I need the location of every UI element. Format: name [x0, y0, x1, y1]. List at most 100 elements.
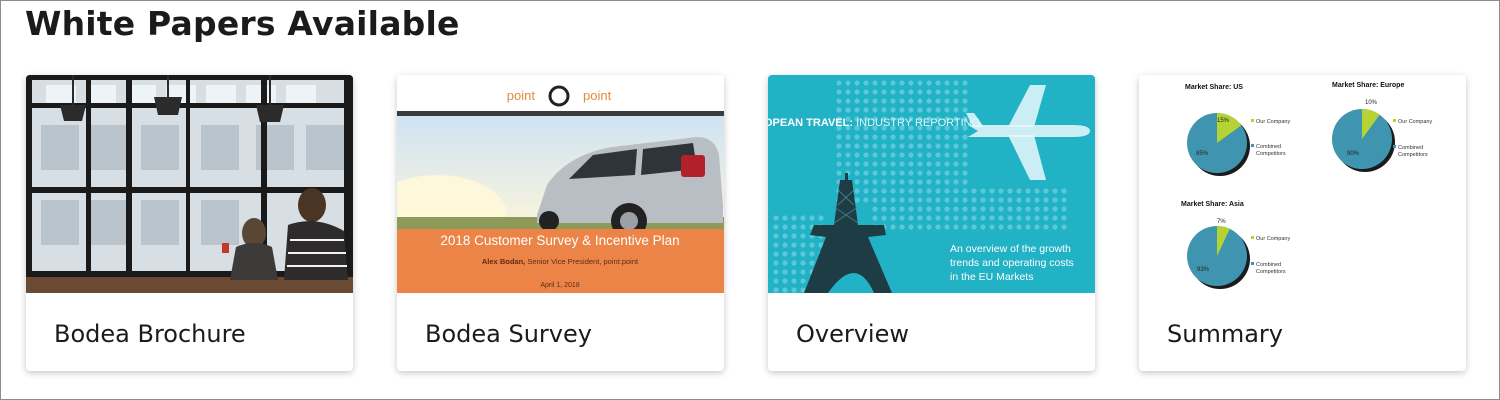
pattern-dot: [953, 80, 959, 86]
pattern-dot: [1034, 188, 1040, 194]
pattern-dot: [791, 224, 797, 230]
pattern-dot: [809, 260, 815, 266]
pattern-dot: [899, 215, 905, 221]
pattern-dot: [845, 152, 851, 158]
pattern-dot: [953, 161, 959, 167]
office-photo-icon: [26, 75, 353, 293]
pattern-dot: [1061, 188, 1067, 194]
travel-cover-icon: OPEAN TRAVEL: INDUSTRY REPORTING An over…: [768, 75, 1095, 293]
pattern-dot: [908, 152, 914, 158]
pattern-dot: [962, 134, 968, 140]
pattern-dot: [791, 242, 797, 248]
pattern-dot: [953, 152, 959, 158]
pattern-dot: [881, 89, 887, 95]
pattern-dot: [881, 98, 887, 104]
overview-blurb-3: in the EU Markets: [950, 271, 1033, 283]
pattern-dot: [773, 224, 779, 230]
pattern-dot: [989, 206, 995, 212]
pattern-dot: [962, 107, 968, 113]
pattern-dot: [908, 170, 914, 176]
pattern-dot: [908, 80, 914, 86]
pattern-dot: [944, 98, 950, 104]
pattern-dot: [782, 287, 788, 293]
pie-europe-title: Market Share: Europe: [1332, 82, 1404, 89]
logo-right-text: point: [583, 88, 612, 103]
pattern-dot: [935, 107, 941, 113]
pattern-dot: [890, 197, 896, 203]
pattern-dot: [944, 170, 950, 176]
pattern-dot: [971, 188, 977, 194]
pattern-dot: [926, 197, 932, 203]
byline-name: Alex Bodan,: [482, 257, 525, 266]
pattern-dot: [791, 215, 797, 221]
pattern-dot: [881, 179, 887, 185]
legend-company-swatch: [1393, 119, 1396, 122]
pattern-dot: [1043, 197, 1049, 203]
pattern-dot: [1043, 206, 1049, 212]
pattern-dot: [917, 143, 923, 149]
pattern-dot: [926, 98, 932, 104]
heading-light: INDUSTRY REPORTING: [853, 117, 980, 129]
pattern-dot: [890, 179, 896, 185]
pattern-dot: [845, 134, 851, 140]
pie-asia-company-pct: 7%: [1217, 219, 1226, 225]
pattern-dot: [935, 215, 941, 221]
legend-competitors-2: Competitors: [1398, 152, 1428, 158]
card-overview[interactable]: OPEAN TRAVEL: INDUSTRY REPORTING An over…: [768, 75, 1095, 371]
pattern-dot: [836, 161, 842, 167]
pattern-dot: [998, 206, 1004, 212]
card-bodea-survey[interactable]: point point 2018 Customer Survey & Incen…: [397, 75, 724, 371]
pattern-dot: [926, 188, 932, 194]
pattern-dot: [971, 215, 977, 221]
pattern-dot: [953, 107, 959, 113]
pattern-dot: [890, 188, 896, 194]
brochure-thumbnail: [26, 75, 353, 293]
pattern-dot: [845, 161, 851, 167]
survey-thumbnail: point point 2018 Customer Survey & Incen…: [397, 75, 724, 293]
pattern-dot: [881, 197, 887, 203]
pattern-dot: [962, 215, 968, 221]
pattern-dot: [1016, 224, 1022, 230]
legend-competitors-2: Competitors: [1256, 151, 1286, 157]
pattern-dot: [935, 197, 941, 203]
pattern-dot: [890, 215, 896, 221]
card-bodea-brochure[interactable]: Bodea Brochure: [26, 75, 353, 371]
pie-europe-company-pct: 10%: [1365, 100, 1378, 106]
pattern-dot: [962, 152, 968, 158]
pattern-dot: [890, 143, 896, 149]
pattern-dot: [872, 197, 878, 203]
pattern-dot: [1043, 224, 1049, 230]
pattern-dot: [1007, 188, 1013, 194]
pattern-dot: [917, 224, 923, 230]
pattern-dot: [935, 143, 941, 149]
pattern-dot: [854, 80, 860, 86]
pattern-dot: [1034, 215, 1040, 221]
pattern-dot: [890, 98, 896, 104]
pattern-dot: [800, 260, 806, 266]
pattern-dot: [899, 161, 905, 167]
pattern-dot: [800, 278, 806, 284]
card-summary[interactable]: Market Share: US 15% 85% Our Company Com…: [1139, 75, 1466, 371]
pattern-dot: [773, 242, 779, 248]
pattern-dot: [863, 143, 869, 149]
pattern-dot: [1016, 206, 1022, 212]
pattern-dot: [854, 161, 860, 167]
pattern-dot: [1007, 206, 1013, 212]
pattern-dot: [899, 206, 905, 212]
pattern-dot: [890, 152, 896, 158]
pattern-dot: [1052, 215, 1058, 221]
pattern-dot: [809, 242, 815, 248]
pattern-dot: [971, 224, 977, 230]
pattern-dot: [863, 80, 869, 86]
legend-competitors-swatch: [1251, 144, 1254, 147]
pattern-dot: [908, 107, 914, 113]
pattern-dot: [953, 215, 959, 221]
legend-company: Our Company: [1256, 119, 1290, 125]
pattern-dot: [863, 170, 869, 176]
pattern-dot: [881, 206, 887, 212]
pattern-dot: [926, 143, 932, 149]
legend-competitors-1: Combined: [1398, 145, 1423, 151]
pattern-dot: [836, 107, 842, 113]
pattern-dot: [1043, 215, 1049, 221]
pattern-dot: [935, 152, 941, 158]
